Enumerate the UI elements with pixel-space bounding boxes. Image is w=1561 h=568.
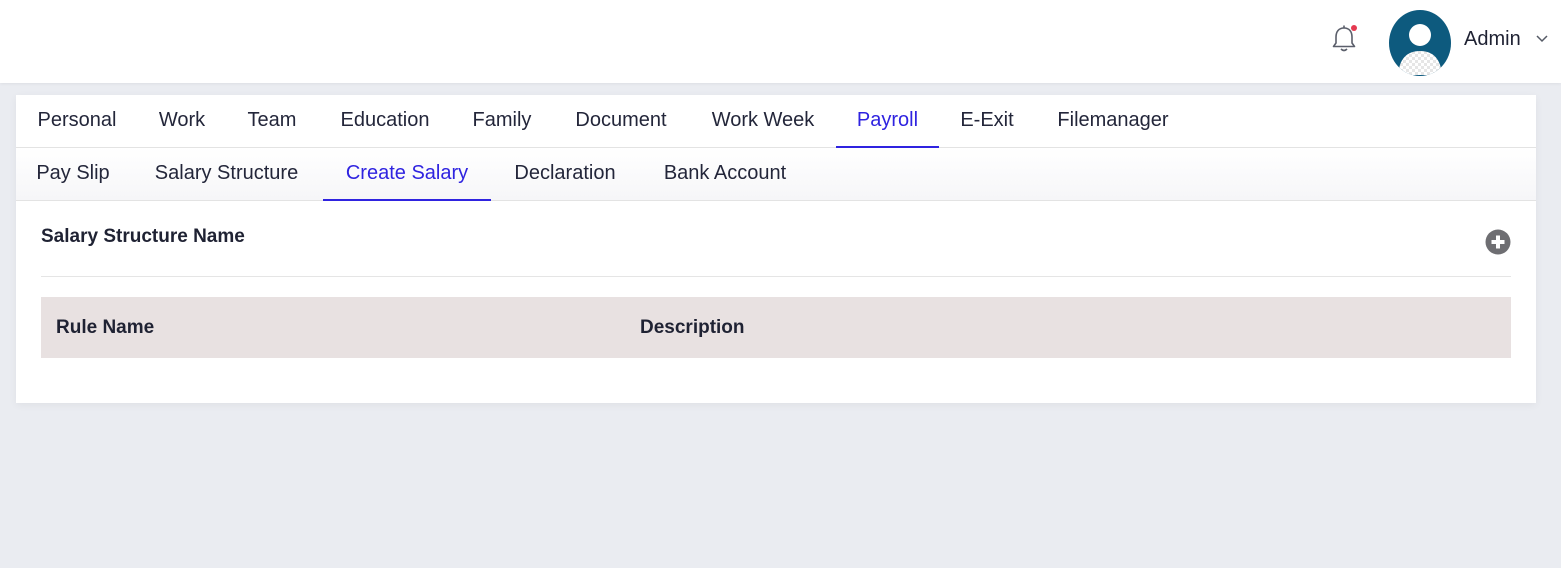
employee-detail-card: Personal Work Team Education Family Docu… — [16, 95, 1536, 403]
tab-work-week[interactable]: Work Week — [690, 95, 836, 148]
user-avatar-icon[interactable] — [1388, 9, 1452, 77]
section-divider — [41, 276, 1511, 277]
tab-payroll[interactable]: Payroll — [836, 95, 939, 148]
user-name[interactable]: Admin — [1464, 28, 1521, 51]
secondary-tab-bar: Pay Slip Salary Structure Create Salary … — [16, 148, 1536, 201]
section-title: Salary Structure Name — [41, 226, 245, 247]
table-header: Rule Name Description — [41, 297, 1511, 358]
tab-e-exit[interactable]: E-Exit — [939, 95, 1035, 148]
tab-bank-account[interactable]: Bank Account — [639, 148, 811, 201]
notification-dot — [1351, 25, 1357, 31]
tab-pay-slip[interactable]: Pay Slip — [16, 148, 130, 201]
tab-salary-structure[interactable]: Salary Structure — [130, 148, 323, 201]
chevron-down-icon[interactable] — [1535, 33, 1549, 43]
primary-tab-bar: Personal Work Team Education Family Docu… — [16, 95, 1536, 148]
tab-document[interactable]: Document — [552, 95, 690, 148]
tab-filemanager[interactable]: Filemanager — [1035, 95, 1191, 148]
tab-education[interactable]: Education — [318, 95, 452, 148]
tab-declaration[interactable]: Declaration — [491, 148, 639, 201]
tab-team[interactable]: Team — [226, 95, 318, 148]
tab-create-salary[interactable]: Create Salary — [323, 148, 491, 201]
plus-circle-icon[interactable] — [1485, 229, 1511, 255]
column-header-rule-name: Rule Name — [56, 317, 155, 338]
top-header: Admin — [0, 0, 1561, 83]
tab-work[interactable]: Work — [138, 95, 226, 148]
tab-personal[interactable]: Personal — [16, 95, 138, 148]
column-header-description: Description — [640, 317, 745, 338]
tab-family[interactable]: Family — [452, 95, 552, 148]
